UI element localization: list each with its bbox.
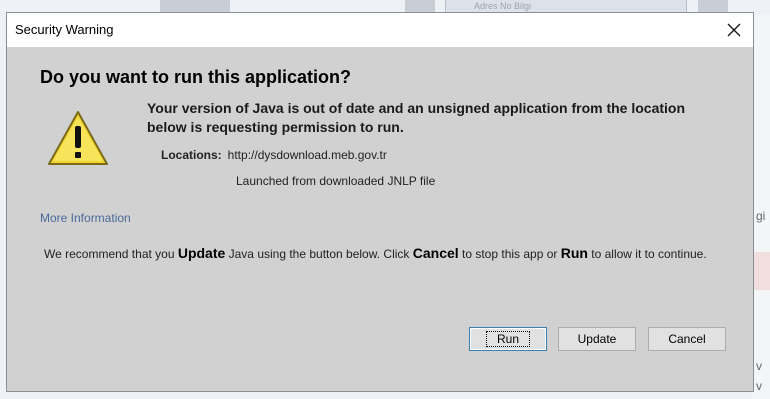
update-button-label: Update: [577, 332, 617, 346]
dialog-title: Security Warning: [15, 22, 114, 37]
more-information-link[interactable]: More Information: [40, 211, 131, 225]
close-button[interactable]: [721, 18, 747, 42]
update-button[interactable]: Update: [558, 327, 636, 351]
recommend-part: to allow it to continue.: [587, 247, 707, 261]
background-right-strip: gi v v: [752, 14, 770, 399]
background-glyph: v: [756, 379, 762, 393]
run-button[interactable]: Run: [469, 327, 547, 351]
background-window-fragment-mid: [405, 0, 435, 12]
locations-label: Locations:: [161, 148, 222, 162]
dialog-titlebar: Security Warning: [7, 13, 753, 47]
locations-value: http://dysdownload.meb.gov.tr: [227, 148, 387, 162]
launched-from-text: Launched from downloaded JNLP file: [236, 174, 436, 188]
recommend-cancel-word: Cancel: [412, 245, 459, 261]
background-window-fragment-right: [698, 0, 728, 12]
recommendation-text: We recommend that you Update Java using …: [44, 244, 734, 264]
background-window-fragment-left: [160, 0, 230, 12]
run-button-label: Run: [485, 331, 531, 347]
dialog-heading: Do you want to run this application?: [40, 67, 351, 87]
cancel-button[interactable]: Cancel: [648, 327, 726, 351]
close-icon: [727, 23, 741, 37]
security-warning-dialog: Security Warning Do you want to run this…: [6, 12, 754, 392]
background-glyph: v: [756, 359, 762, 373]
background-glyph: gi: [756, 209, 766, 223]
recommend-update-word: Update: [177, 245, 226, 261]
warning-message: Your version of Java is out of date and …: [147, 100, 686, 135]
locations-row: Locations: http://dysdownload.meb.gov.tr: [161, 148, 387, 162]
recommend-part: Java using the button below. Click: [225, 247, 413, 261]
recommend-run-word: Run: [560, 245, 588, 261]
recommend-part: We recommend that you: [44, 247, 178, 261]
cancel-button-label: Cancel: [668, 332, 706, 346]
background-pink-block: [752, 252, 770, 290]
background-tab-label: Adres No Bilgi: [474, 1, 532, 11]
recommend-part: to stop this app or: [458, 247, 561, 261]
warning-triangle-icon: [46, 109, 110, 172]
